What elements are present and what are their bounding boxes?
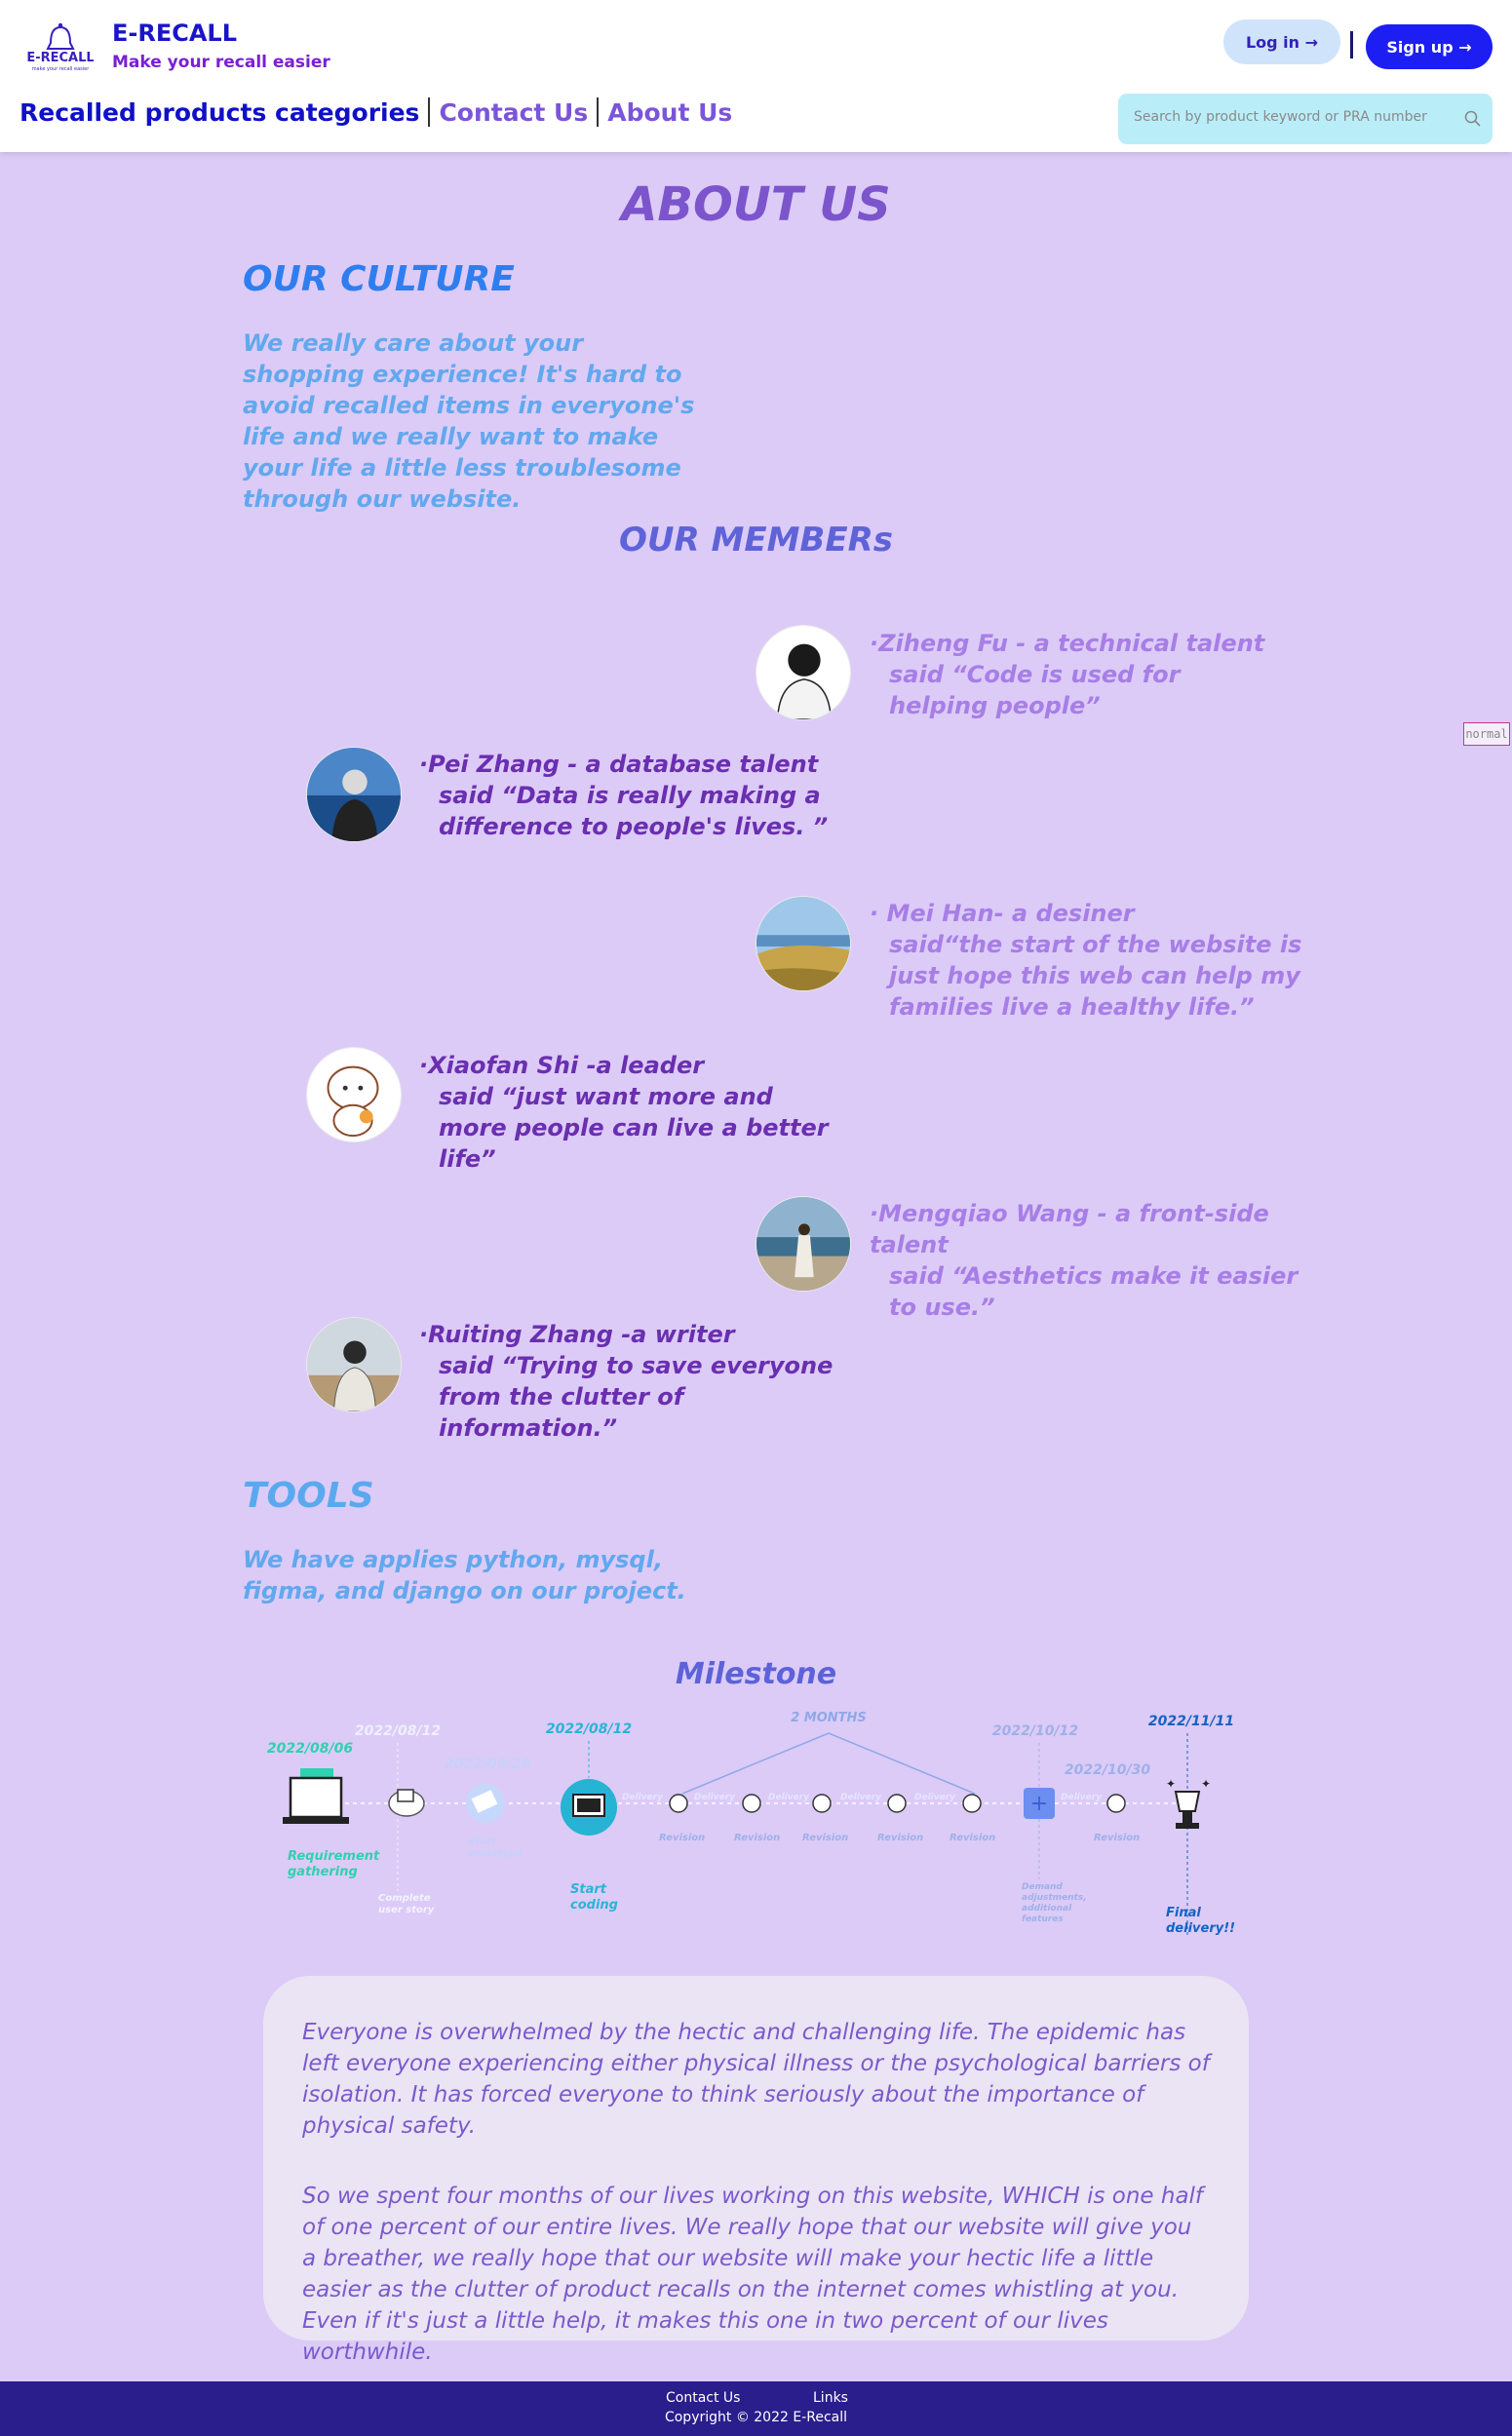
nav-contact-us[interactable]: Contact Us <box>439 98 588 127</box>
people-icon <box>742 1794 761 1813</box>
member-avatar <box>306 747 402 842</box>
people-icon <box>962 1794 982 1813</box>
svg-text:✦: ✦ <box>1201 1777 1211 1791</box>
requirement-label: Requirement gathering <box>288 1849 380 1879</box>
member-name: ·Mengqiao Wang - a front-side talent <box>870 1200 1269 1258</box>
site-footer: Contact Us Links Copyright © 2022 E-Reca… <box>0 2381 1512 2436</box>
nav-about-us[interactable]: About Us <box>607 98 732 127</box>
page-title: ABOUT US <box>621 177 891 232</box>
milestone-title: Milestone <box>675 1657 837 1691</box>
member-quote: said “Code is used for helping people” <box>889 661 1181 719</box>
member-name: ·Pei Zhang - a database talent <box>419 751 819 778</box>
member-quote: said “Trying to save everyone from the c… <box>439 1352 834 1442</box>
revision-label: Revision <box>802 1833 848 1843</box>
search-icon[interactable] <box>1463 109 1483 129</box>
people-icon <box>1106 1794 1126 1813</box>
signup-button[interactable]: Sign up → <box>1366 24 1493 69</box>
story-card: Everyone is overwhelmed by the hectic an… <box>263 1976 1249 2365</box>
site-header: E-RECALL make your recall easier E-RECAL… <box>0 0 1512 152</box>
milestone-timeline: 2 MONTHS 2022/08/06 Requirement gathering… <box>263 1696 1248 1950</box>
search-input[interactable] <box>1134 109 1446 125</box>
delivery-label: Delivery <box>840 1793 882 1802</box>
date-label: 2022/10/12 <box>992 1723 1078 1739</box>
footer-links-link[interactable]: Links <box>813 2390 848 2406</box>
tools-text: We have applies python, mysql, figma, an… <box>243 1546 686 1605</box>
culture-title: OUR CULTURE <box>243 259 515 299</box>
member-quote: said “Data is really making a difference… <box>439 782 829 840</box>
e-recall-logo[interactable]: E-RECALL make your recall easier <box>26 18 95 74</box>
side-tag[interactable]: normal <box>1463 722 1510 746</box>
date-label: 2022/10/30 <box>1065 1762 1150 1778</box>
people-icon <box>887 1794 907 1813</box>
member-avatar <box>306 1317 402 1412</box>
culture-text: We really care about your shopping exper… <box>243 329 695 513</box>
date-label: 2022/11/11 <box>1148 1714 1234 1729</box>
revision-label: Revision <box>877 1833 923 1843</box>
svg-text:make your recall easier: make your recall easier <box>32 66 91 72</box>
demand-label: Demand adjustments, additional features <box>1022 1882 1087 1924</box>
member-name: ·Ruiting Zhang -a writer <box>419 1321 735 1348</box>
nav-recalled-products-categories[interactable]: Recalled products categories <box>19 98 419 127</box>
date-label: 2022/08/12 <box>355 1723 441 1739</box>
login-button[interactable]: Log in → <box>1223 19 1340 64</box>
date-label: 2022/08/06 <box>267 1741 353 1757</box>
delivery-label: Delivery <box>694 1793 736 1802</box>
delivery-label: Delivery <box>768 1793 810 1802</box>
brand-name: E-RECALL <box>112 19 238 47</box>
member-avatar <box>756 625 851 720</box>
story-paragraph: So we spent four months of our lives wor… <box>302 2184 1204 2365</box>
story-paragraph: Everyone is overwhelmed by the hectic an… <box>302 2020 1210 2139</box>
footer-copyright: Copyright © 2022 E-Recall <box>664 2410 848 2425</box>
brand-tagline: Make your recall easier <box>112 53 330 72</box>
members-title: OUR MEMBERs <box>619 521 893 560</box>
two-months-label: 2 MONTHS <box>791 1711 867 1725</box>
people-icon <box>812 1794 832 1813</box>
member-avatar <box>756 896 851 991</box>
delivery-label: Delivery <box>622 1793 664 1802</box>
svg-text:E-RECALL: E-RECALL <box>27 51 94 65</box>
search-box <box>1118 94 1493 144</box>
date-label: 2022/08/12 <box>546 1721 632 1737</box>
member-quote: said“the start of the website is just ho… <box>889 931 1302 1021</box>
revision-label: Revision <box>734 1833 780 1843</box>
date-label: 2022/08/28 <box>445 1757 530 1772</box>
laptop-icon <box>283 1776 349 1824</box>
member-quote: said “Aesthetics make it easier to use.” <box>889 1262 1299 1321</box>
footer-contact-link[interactable]: Contact Us <box>666 2390 740 2406</box>
nav-divider <box>428 97 431 127</box>
tools-title: TOOLS <box>243 1476 374 1516</box>
svg-text:+: + <box>1030 1792 1048 1816</box>
delivery-label: Delivery <box>1061 1793 1103 1802</box>
member-quote: said “just want more and more people can… <box>439 1083 829 1173</box>
auth-divider <box>1350 31 1353 58</box>
revision-label: Revision <box>1094 1833 1140 1843</box>
coding-label: Start coding <box>570 1882 618 1913</box>
prototype-label: Start prototype <box>467 1837 523 1859</box>
final-label: Final delivery!! <box>1166 1906 1235 1936</box>
member-name: · Mei Han- a desiner <box>870 900 1135 927</box>
people-icon <box>669 1794 688 1813</box>
main-nav: Recalled products categories Contact Us … <box>19 97 732 127</box>
member-name: ·Xiaofan Shi -a leader <box>419 1052 705 1079</box>
svg-text:✦: ✦ <box>1166 1777 1176 1791</box>
user-story-label: Complete user story <box>378 1893 435 1915</box>
cloud-document-icon <box>388 1789 425 1817</box>
delivery-label: Delivery <box>914 1793 956 1802</box>
revision-label: Revision <box>659 1833 705 1843</box>
member-avatar <box>756 1196 851 1292</box>
two-months-bracket <box>681 1732 976 1795</box>
revision-label: Revision <box>950 1833 995 1843</box>
member-name: ·Ziheng Fu - a technical talent <box>870 630 1265 657</box>
nav-divider <box>597 97 600 127</box>
member-avatar <box>306 1047 402 1142</box>
